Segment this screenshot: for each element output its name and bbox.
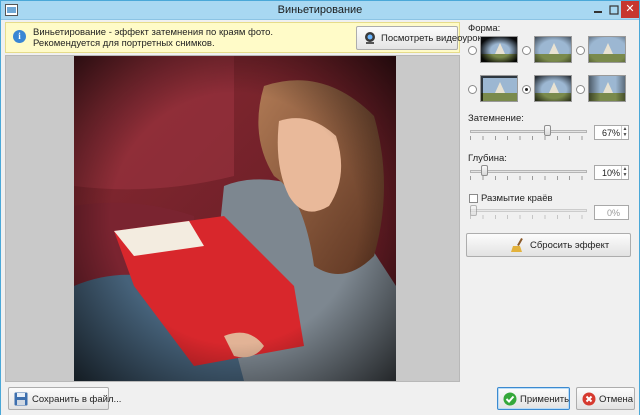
apply-button[interactable]: Применить bbox=[497, 387, 570, 410]
broom-icon bbox=[511, 238, 523, 252]
darkening-spinbox[interactable]: 67% ▲ ▼ bbox=[594, 125, 629, 140]
shape-radio-2[interactable] bbox=[522, 46, 531, 55]
save-to-file-button[interactable]: Сохранить в файл... bbox=[8, 387, 121, 410]
shape-label: Форма: bbox=[468, 23, 501, 34]
shape-thumb-3[interactable] bbox=[588, 36, 626, 63]
shape-thumb-2[interactable] bbox=[534, 36, 572, 63]
vignette-dialog: Виньетирование ✕ i Виньетирование - эффе… bbox=[0, 0, 640, 415]
depth-value: 10% bbox=[601, 168, 620, 178]
shape-radio-5[interactable] bbox=[522, 85, 531, 94]
info-icon: i bbox=[13, 30, 26, 43]
info-banner: i Виньетирование - эффект затемнения по … bbox=[5, 22, 482, 53]
reset-effect-label: Сбросить эффект bbox=[530, 240, 610, 251]
cancel-icon bbox=[582, 392, 596, 406]
title-bar[interactable]: Виньетирование ✕ bbox=[1, 1, 639, 20]
darkening-label: Затемнение: bbox=[468, 113, 524, 124]
shape-thumb-4[interactable] bbox=[480, 75, 518, 102]
shape-radio-6[interactable] bbox=[576, 85, 585, 94]
close-button[interactable]: ✕ bbox=[621, 1, 639, 18]
apply-label: Применить bbox=[520, 394, 570, 405]
shape-radio-1[interactable] bbox=[468, 46, 477, 55]
photo-preview bbox=[74, 56, 396, 381]
depth-label: Глубина: bbox=[468, 153, 507, 164]
shape-radio-4[interactable] bbox=[468, 85, 477, 94]
blur-slider-thumb[interactable] bbox=[470, 205, 477, 216]
save-to-file-label: Сохранить в файл... bbox=[32, 394, 122, 405]
darkening-slider[interactable] bbox=[470, 130, 587, 133]
floppy-disk-icon bbox=[14, 392, 28, 406]
blur-ticks bbox=[470, 215, 587, 219]
cancel-label: Отмена bbox=[599, 394, 634, 405]
info-line-2: Рекомендуется для портретных снимков. bbox=[33, 38, 215, 49]
darkening-spin-arrows[interactable]: ▲ ▼ bbox=[621, 126, 628, 139]
webcam-icon bbox=[365, 32, 375, 44]
darkening-slider-thumb[interactable] bbox=[543, 125, 551, 136]
shape-thumb-1[interactable] bbox=[480, 36, 518, 63]
checkmark-icon bbox=[503, 392, 517, 406]
watch-video-button[interactable]: Посмотреть видеоурок bbox=[356, 26, 482, 50]
window-title: Виньетирование bbox=[277, 4, 363, 16]
depth-spin-arrows[interactable]: ▲ ▼ bbox=[621, 166, 628, 179]
shape-thumb-5[interactable] bbox=[534, 75, 572, 102]
darkening-value: 67% bbox=[601, 128, 620, 138]
cancel-button[interactable]: Отмена bbox=[576, 387, 635, 410]
reset-effect-button[interactable]: Сбросить эффект bbox=[466, 233, 631, 257]
shape-thumb-6[interactable] bbox=[588, 75, 626, 102]
depth-ticks bbox=[470, 176, 587, 180]
shape-radio-3[interactable] bbox=[576, 46, 585, 55]
preview-area bbox=[5, 55, 460, 382]
minimize-icon[interactable] bbox=[591, 4, 605, 16]
blur-spinbox[interactable]: 0% bbox=[594, 205, 629, 220]
darkening-ticks bbox=[470, 136, 587, 140]
info-line-1: Виньетирование - эффект затемнения по кр… bbox=[33, 27, 274, 38]
info-text: Виньетирование - эффект затемнения по кр… bbox=[33, 27, 273, 49]
blur-value: 0% bbox=[606, 208, 620, 218]
blur-slider[interactable] bbox=[470, 209, 587, 212]
depth-slider-thumb[interactable] bbox=[481, 165, 488, 176]
blur-checkbox[interactable] bbox=[469, 194, 478, 203]
settings-panel: Форма: Затемнение: 67% ▲ ▼ Глубина: 10% … bbox=[465, 19, 639, 385]
maximize-icon[interactable] bbox=[607, 4, 621, 16]
blur-label: Размытие краёв bbox=[481, 193, 553, 204]
depth-spinbox[interactable]: 10% ▲ ▼ bbox=[594, 165, 629, 180]
bottom-bar: Сохранить в файл... Применить Отмена bbox=[1, 385, 639, 415]
